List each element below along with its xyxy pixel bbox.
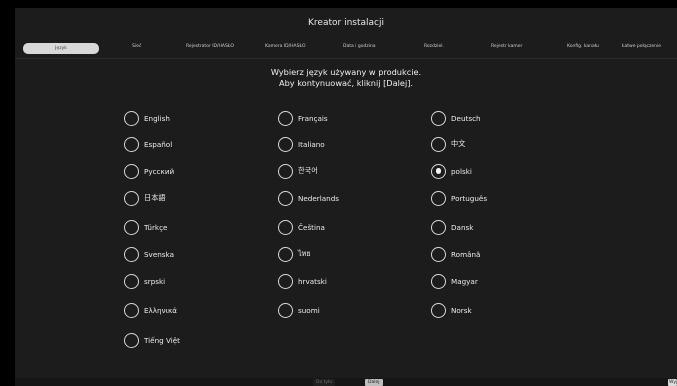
back-button[interactable]: Do tyłu xyxy=(313,379,336,386)
footer-bar: Do tyłu Dalej Wyjdź xyxy=(15,378,677,386)
language-label: Dansk xyxy=(451,222,474,232)
wizard-title: Kreator instalacji xyxy=(308,18,384,28)
language-option-japanese[interactable]: 日本語 xyxy=(124,190,166,206)
language-label: ไทย xyxy=(298,248,311,258)
radio-icon[interactable] xyxy=(278,273,293,289)
language-label: Português xyxy=(451,193,488,203)
step-camera-registration[interactable]: Rejestr kamer xyxy=(491,44,522,49)
step-channel-config[interactable]: Konfig. kanału xyxy=(567,44,599,49)
step-language[interactable]: Język xyxy=(23,43,99,54)
language-label: Čeština xyxy=(298,222,325,232)
language-label: Svenska xyxy=(144,249,174,259)
radio-icon[interactable] xyxy=(124,136,139,152)
radio-icon[interactable] xyxy=(431,246,446,262)
language-label: Deutsch xyxy=(451,113,481,123)
radio-icon[interactable] xyxy=(124,302,139,318)
radio-icon[interactable] xyxy=(431,190,446,206)
language-option-dutch[interactable]: Nederlands xyxy=(278,190,339,206)
language-option-danish[interactable]: Dansk xyxy=(431,219,473,235)
language-option-chinese[interactable]: 中文 xyxy=(431,136,465,152)
language-option-croatian[interactable]: hrvatski xyxy=(278,273,327,289)
instruction-text: Wybierz język używany w produkcie. Aby k… xyxy=(15,67,677,89)
radio-icon[interactable] xyxy=(431,136,446,152)
language-label: English xyxy=(144,113,170,123)
language-option-serbian[interactable]: srpski xyxy=(124,273,165,289)
language-option-turkish[interactable]: Türkçe xyxy=(124,219,167,235)
language-option-czech[interactable]: Čeština xyxy=(278,219,325,235)
language-label: Français xyxy=(298,113,328,123)
language-label: Ελληνικά xyxy=(144,305,178,315)
language-option-italian[interactable]: Italiano xyxy=(278,136,325,152)
radio-icon[interactable] xyxy=(278,163,293,179)
installation-wizard-window: Kreator instalacji Język Sieć Rejestrato… xyxy=(15,8,677,386)
step-recorder-id-password[interactable]: Rejestrator ID/HASŁO xyxy=(186,44,234,49)
language-label: Nederlands xyxy=(298,193,340,203)
step-date-time[interactable]: Data i godzina xyxy=(343,44,376,49)
language-label: polski xyxy=(451,166,472,176)
radio-icon[interactable] xyxy=(278,219,293,235)
radio-icon[interactable] xyxy=(278,110,293,126)
divider xyxy=(15,58,677,59)
language-option-hungarian[interactable]: Magyar xyxy=(431,273,478,289)
radio-icon[interactable] xyxy=(431,219,446,235)
language-label: Română xyxy=(451,249,481,259)
language-label: Norsk xyxy=(451,305,472,315)
language-option-norwegian[interactable]: Norsk xyxy=(431,302,472,318)
radio-icon[interactable] xyxy=(124,246,139,262)
language-option-french[interactable]: Français xyxy=(278,110,328,126)
radio-icon[interactable] xyxy=(124,163,139,179)
radio-icon[interactable] xyxy=(124,332,139,348)
language-option-vietnamese[interactable]: Tiếng Việt xyxy=(124,332,180,348)
language-option-swedish[interactable]: Svenska xyxy=(124,246,174,262)
language-label: Magyar xyxy=(451,276,478,286)
radio-icon[interactable] xyxy=(431,302,446,318)
language-option-thai[interactable]: ไทย xyxy=(278,246,311,262)
step-easy-connection[interactable]: Łatwe połączenie xyxy=(622,44,661,49)
language-option-russian[interactable]: Русский xyxy=(124,163,174,179)
radio-icon[interactable] xyxy=(278,302,293,318)
language-label: Español xyxy=(144,139,173,149)
language-label: 日本語 xyxy=(144,193,166,202)
language-label: 中文 xyxy=(451,139,466,148)
step-camera-id-password[interactable]: Kamera ID/HASŁO xyxy=(265,44,306,49)
step-resolution[interactable]: Rozdziel. xyxy=(424,44,444,49)
radio-icon[interactable] xyxy=(124,190,139,206)
language-option-polish[interactable]: polski xyxy=(431,163,472,179)
language-option-korean[interactable]: 한국어 xyxy=(278,163,318,179)
language-option-english[interactable]: English xyxy=(124,110,170,126)
language-label: Русский xyxy=(144,166,175,176)
radio-icon[interactable] xyxy=(278,246,293,262)
language-label: suomi xyxy=(298,305,320,315)
language-option-finnish[interactable]: suomi xyxy=(278,302,320,318)
radio-icon[interactable] xyxy=(278,136,293,152)
radio-icon[interactable] xyxy=(431,273,446,289)
language-option-portuguese[interactable]: Português xyxy=(431,190,487,206)
radio-icon[interactable] xyxy=(278,190,293,206)
language-label: Tiếng Việt xyxy=(144,335,180,345)
language-label: Italiano xyxy=(298,139,325,149)
radio-icon[interactable] xyxy=(431,110,446,126)
step-network[interactable]: Sieć xyxy=(132,44,141,49)
next-button[interactable]: Dalej xyxy=(365,379,383,386)
language-option-german[interactable]: Deutsch xyxy=(431,110,481,126)
radio-icon[interactable] xyxy=(124,110,139,126)
instruction-line-2: Aby kontynuować, kliknij [Dalej]. xyxy=(278,78,414,88)
language-label: hrvatski xyxy=(298,276,327,286)
instruction-line-1: Wybierz język używany w produkcie. xyxy=(270,67,422,77)
radio-icon[interactable] xyxy=(124,273,139,289)
radio-selected-icon[interactable] xyxy=(431,163,446,179)
language-option-greek[interactable]: Ελληνικά xyxy=(124,302,177,318)
wizard-steps: Język Sieć Rejestrator ID/HASŁO Kamera I… xyxy=(15,43,677,54)
language-label: srpski xyxy=(144,276,166,286)
language-label: Türkçe xyxy=(144,222,168,232)
language-label: 한국어 xyxy=(298,166,318,175)
radio-icon[interactable] xyxy=(124,219,139,235)
language-option-romanian[interactable]: Română xyxy=(431,246,480,262)
language-option-spanish[interactable]: Español xyxy=(124,136,172,152)
exit-button[interactable]: Wyjdź xyxy=(668,379,677,386)
